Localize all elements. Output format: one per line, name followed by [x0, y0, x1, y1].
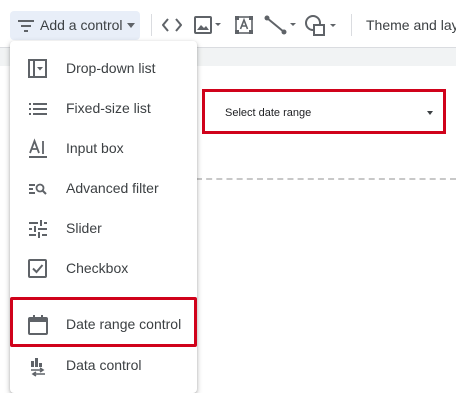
- toolbar-divider: [151, 14, 152, 36]
- toolbar-divider: [351, 14, 352, 36]
- add-control-button[interactable]: Add a control: [10, 11, 140, 40]
- input-box-icon: [29, 138, 47, 158]
- menu-item-label: Data control: [66, 357, 142, 373]
- date-range-label: Select date range: [225, 107, 312, 119]
- advanced-filter-icon: [29, 183, 47, 195]
- image-icon[interactable]: [194, 16, 222, 34]
- calendar-icon: [28, 315, 48, 335]
- theme-and-layout-button[interactable]: Theme and lay: [366, 17, 456, 33]
- date-range-control[interactable]: Select date range: [202, 89, 446, 134]
- menu-item-fixed-size-list[interactable]: Fixed-size list: [10, 88, 197, 128]
- slider-icon: [29, 220, 47, 238]
- add-control-label: Add a control: [40, 17, 123, 33]
- menu-item-label: Fixed-size list: [66, 100, 151, 116]
- page-guide-line: [196, 178, 456, 180]
- shape-icon[interactable]: [304, 15, 338, 37]
- menu-item-drop-down-list[interactable]: Drop-down list: [10, 48, 197, 88]
- fixed-list-icon: [29, 103, 47, 115]
- data-control-icon: [31, 358, 45, 377]
- menu-item-label: Advanced filter: [66, 180, 159, 196]
- menu-item-label: Input box: [66, 140, 124, 156]
- code-brackets-icon[interactable]: [162, 18, 182, 32]
- add-control-menu: Drop-down list Fixed-size list Input box: [10, 41, 197, 393]
- dropdown-list-icon: [28, 59, 47, 78]
- menu-item-advanced-filter[interactable]: Advanced filter: [10, 168, 197, 208]
- menu-item-label: Drop-down list: [66, 60, 156, 76]
- menu-item-label: Slider: [66, 220, 102, 236]
- caret-down-icon: [427, 111, 433, 115]
- menu-item-slider[interactable]: Slider: [10, 208, 197, 248]
- filter-list-icon: [18, 20, 34, 32]
- line-icon[interactable]: [264, 15, 298, 35]
- text-box-icon[interactable]: [235, 16, 253, 34]
- menu-item-input-box[interactable]: Input box: [10, 128, 197, 168]
- caret-down-icon: [127, 23, 135, 28]
- menu-item-label: Checkbox: [66, 260, 129, 276]
- menu-item-data-control[interactable]: Data control: [10, 345, 197, 385]
- menu-item-checkbox[interactable]: Checkbox: [10, 248, 197, 288]
- menu-item-label: Date range control: [66, 316, 182, 332]
- menu-item-date-range-control[interactable]: Date range control: [10, 304, 197, 344]
- checkbox-icon: [28, 259, 47, 278]
